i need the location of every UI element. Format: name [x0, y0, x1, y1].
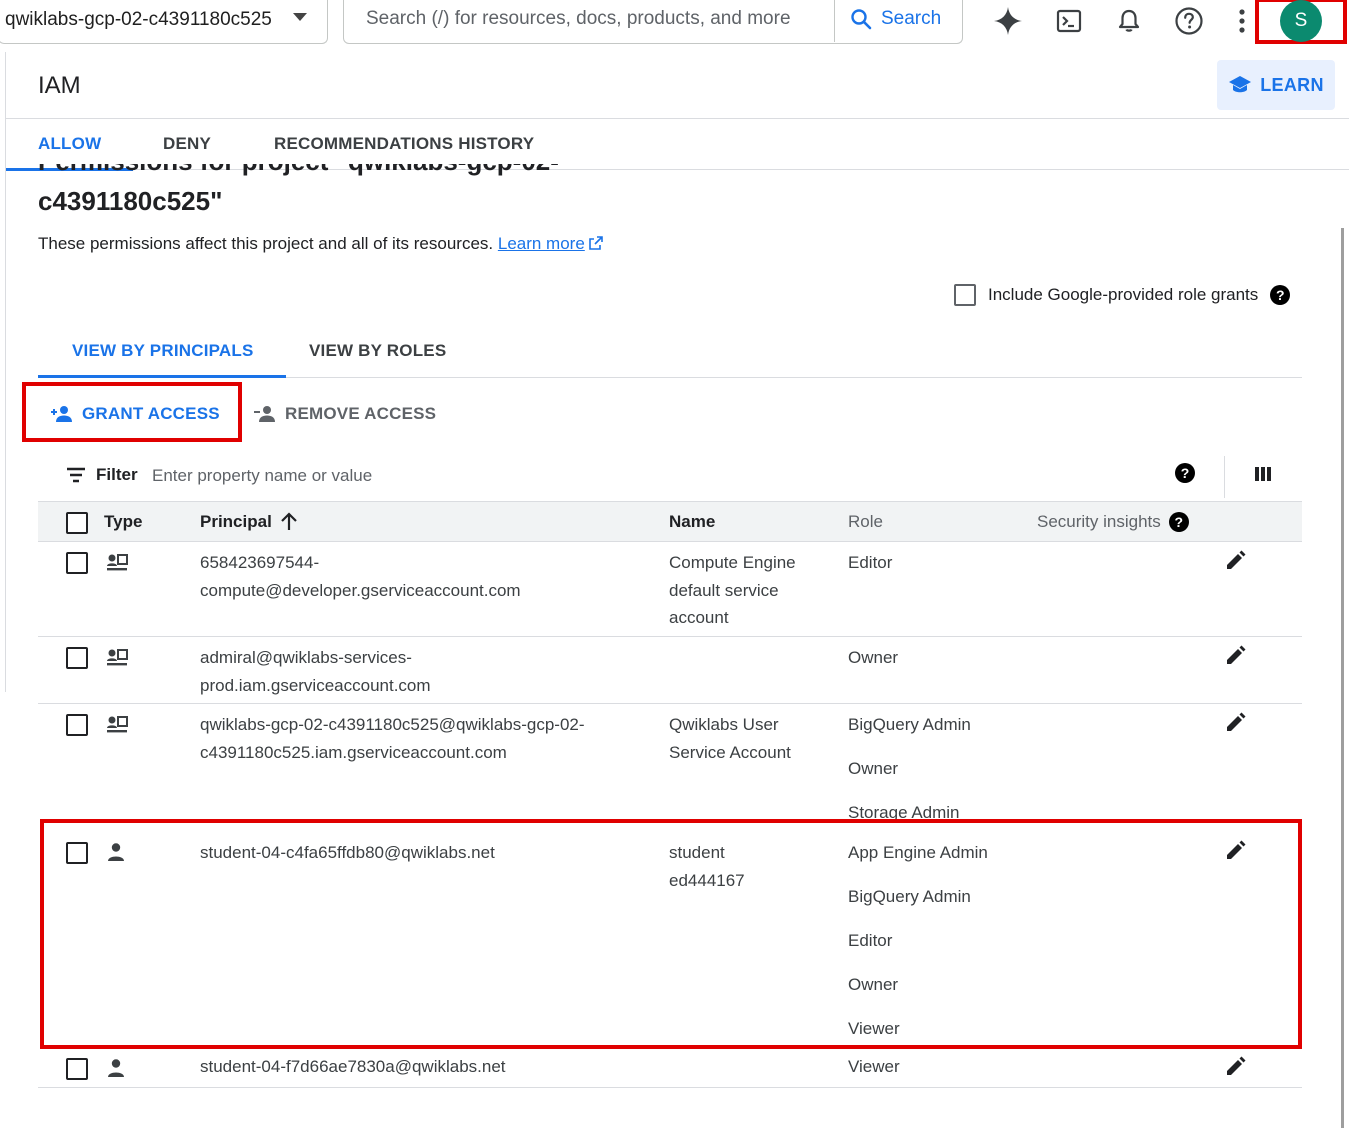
principal-cell: student-04-f7d66ae7830a@qwiklabs.net [200, 1057, 506, 1076]
edit-pencil-icon[interactable] [1224, 840, 1246, 862]
person-icon [108, 1059, 124, 1077]
tab-recommendations-history[interactable]: RECOMMENDATIONS HISTORY [274, 119, 534, 169]
learn-button-label: LEARN [1260, 74, 1324, 95]
avatar-highlight: S [1255, 0, 1347, 44]
row-checkbox[interactable] [66, 647, 88, 669]
remove-access-button[interactable]: REMOVE ACCESS [253, 400, 436, 428]
principal-cell: student-04-c4fa65ffdb80@qwiklabs.net [200, 843, 495, 862]
filter-icon [67, 467, 85, 483]
table-row: 658423697544- compute@developer.gservicea… [38, 542, 1302, 637]
avatar[interactable]: S [1280, 0, 1322, 42]
service-account-icon [107, 649, 128, 666]
row-checkbox[interactable] [66, 714, 88, 736]
person-remove-icon [254, 406, 275, 422]
person-icon [108, 843, 124, 861]
name-cell: Qwiklabs User Service Account [669, 715, 791, 762]
cloud-shell-icon[interactable] [1052, 4, 1086, 38]
edit-pencil-icon[interactable] [1224, 645, 1246, 667]
table-row: student-04-f7d66ae7830a@qwiklabs.net Vie… [38, 1048, 1302, 1088]
column-header-principal[interactable]: Principal [200, 512, 298, 532]
help-icon[interactable] [1172, 4, 1206, 38]
row-checkbox[interactable] [66, 842, 88, 864]
search-icon [851, 9, 872, 30]
principal-cell: qwiklabs-gcp-02-c4391180c525@qwiklabs-gc… [200, 715, 585, 762]
column-header-security-insights[interactable]: Security insights ? [1037, 512, 1189, 532]
description-text: These permissions affect this project an… [38, 234, 494, 253]
principal-cell: 658423697544- compute@developer.gservicea… [200, 553, 521, 600]
tab-deny[interactable]: DENY [163, 119, 211, 169]
edit-pencil-icon[interactable] [1224, 550, 1246, 572]
tab-view-by-principals[interactable]: VIEW BY PRINCIPALS [38, 326, 285, 378]
policy-tabs: ALLOW DENY RECOMMENDATIONS HISTORY [5, 119, 1349, 171]
search-button-label: Search [881, 8, 942, 29]
role-cell: BigQuery Admin Owner Storage Admin [848, 715, 971, 822]
filter-bar: Filter ? [38, 452, 1302, 502]
principal-cell: admiral@qwiklabs-services-prod.iam.gserv… [200, 648, 431, 695]
dropdown-caret-icon [293, 13, 307, 21]
grant-access-label: GRANT ACCESS [82, 404, 220, 423]
notifications-bell-icon[interactable] [1112, 4, 1146, 38]
role-cell: Editor [848, 553, 893, 572]
view-tabs: VIEW BY PRINCIPALS VIEW BY ROLES [38, 326, 1302, 378]
divider [1224, 456, 1225, 498]
role-cell: Viewer [848, 1057, 900, 1076]
page-header: IAM LEARN [6, 52, 1349, 119]
help-icon[interactable]: ? [1168, 512, 1189, 532]
table-row: admiral@qwiklabs-services-prod.iam.gserv… [38, 637, 1302, 704]
school-icon [1229, 76, 1252, 93]
filter-button[interactable]: Filter [66, 465, 138, 485]
role-cell: Owner [848, 648, 899, 667]
project-name: qwiklabs-gcp-02-c4391180c525 [5, 8, 272, 30]
learn-more-link[interactable]: Learn more [498, 234, 604, 253]
edit-pencil-icon[interactable] [1224, 712, 1246, 734]
search-button[interactable]: Search [834, 0, 962, 42]
column-header-name[interactable]: Name [669, 512, 715, 532]
tab-view-by-roles[interactable]: VIEW BY ROLES [309, 326, 446, 376]
permissions-heading-partial: Permissions for project "qwiklabs-gcp-02… [38, 164, 559, 176]
table-row: student-04-c4fa65ffdb80@qwiklabs.net stu… [38, 832, 1302, 1048]
sort-arrow-up-icon [281, 512, 297, 530]
external-link-icon [588, 236, 603, 250]
name-cell: Compute Engine default service account [669, 553, 796, 627]
include-google-grants: Include Google-provided role grants ? [954, 284, 1291, 306]
filter-label: Filter [96, 465, 138, 484]
grant-access-button[interactable]: GRANT ACCESS [50, 400, 220, 428]
name-cell: student ed444167 [669, 843, 745, 890]
row-checkbox[interactable] [66, 1058, 88, 1080]
gemini-spark-icon[interactable] [991, 4, 1025, 38]
tab-allow[interactable]: ALLOW [5, 119, 134, 171]
include-google-grants-label: Include Google-provided role grants [988, 285, 1259, 304]
top-bar: qwiklabs-gcp-02-c4391180c525 Search S [0, 0, 1349, 50]
table-header: Type Principal Name Role Security insigh… [38, 502, 1302, 542]
help-icon[interactable]: ? [1175, 463, 1195, 483]
more-vert-icon[interactable] [1233, 4, 1251, 38]
project-picker[interactable]: qwiklabs-gcp-02-c4391180c525 [0, 0, 328, 44]
help-icon[interactable]: ? [1270, 285, 1291, 305]
scrollbar[interactable] [1341, 228, 1344, 1128]
learn-button[interactable]: LEARN [1217, 60, 1335, 110]
column-header-type[interactable]: Type [104, 512, 142, 532]
search-input[interactable] [344, 0, 834, 42]
search-bar: Search [343, 0, 963, 44]
row-checkbox[interactable] [66, 552, 88, 574]
remove-access-label: REMOVE ACCESS [285, 404, 437, 423]
service-account-icon [107, 716, 128, 733]
permissions-description: These permissions affect this project an… [38, 234, 604, 254]
filter-input[interactable] [152, 460, 652, 492]
role-cell: App Engine Admin BigQuery Admin Editor Owne… [848, 843, 988, 1038]
select-all-checkbox[interactable] [66, 512, 88, 534]
edit-pencil-icon[interactable] [1224, 1056, 1246, 1078]
page-title: IAM [38, 72, 81, 99]
include-google-grants-checkbox[interactable] [954, 284, 976, 306]
service-account-icon [107, 554, 128, 571]
column-display-icon[interactable] [1254, 465, 1272, 488]
person-add-icon [51, 406, 72, 422]
column-header-role[interactable]: Role [848, 512, 883, 532]
table-row: qwiklabs-gcp-02-c4391180c525@qwiklabs-gc… [38, 704, 1302, 832]
permissions-heading: c4391180c525" [38, 186, 223, 216]
